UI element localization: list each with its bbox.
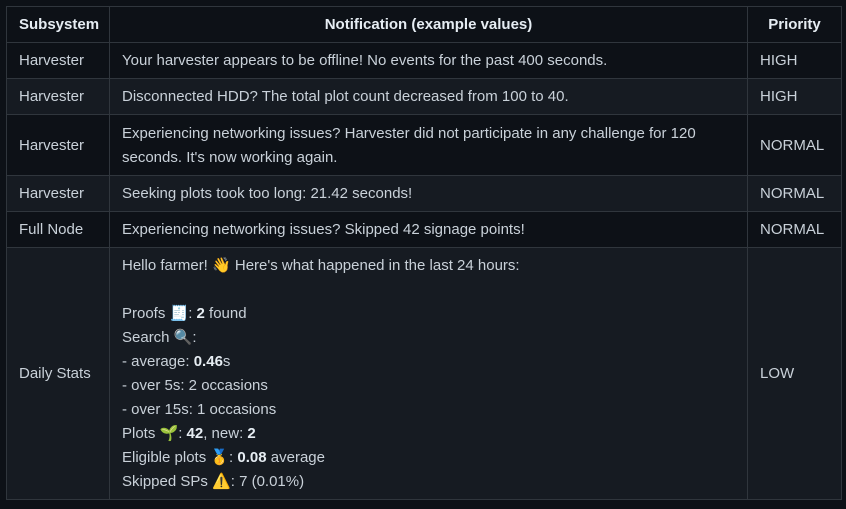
cell-subsystem: Full Node [6, 211, 110, 248]
cell-priority: NORMAL [747, 114, 842, 176]
plots-new-label: , new: [203, 424, 248, 442]
stats-skipped: Skipped SPs ⚠️: 7 (0.01%) [122, 472, 305, 490]
table-row: Harvester Disconnected HDD? The total pl… [6, 78, 842, 115]
cell-subsystem: Harvester [6, 114, 110, 176]
cell-notification: Seeking plots took too long: 21.42 secon… [109, 175, 748, 212]
eligible-value: 0.08 [237, 448, 267, 466]
header-subsystem: Subsystem [6, 6, 110, 43]
header-priority: Priority [747, 6, 842, 43]
stats-over5: - over 5s: 2 occasions [122, 376, 268, 394]
proofs-value: 2 [196, 304, 205, 322]
stats-over15: - over 15s: 1 occasions [122, 400, 277, 418]
stats-eligible: Eligible plots 🥇: 0.08 average [122, 446, 735, 470]
stats-search: Search 🔍: [122, 328, 197, 346]
table-header-row: Subsystem Notification (example values) … [6, 6, 842, 43]
plots-new-value: 2 [247, 424, 256, 442]
stats-plots: Plots 🌱: 42, new: 2 [122, 422, 735, 446]
plots-value: 42 [186, 424, 204, 442]
average-unit: s [222, 352, 231, 370]
cell-notification: Your harvester appears to be offline! No… [109, 42, 748, 79]
cell-subsystem: Daily Stats [6, 247, 110, 500]
stats-greeting: Hello farmer! 👋 Here's what happened in … [122, 256, 520, 274]
eligible-label: Eligible plots 🥇: [122, 448, 238, 466]
cell-notification: Experiencing networking issues? Skipped … [109, 211, 748, 248]
proofs-suffix: found [204, 304, 247, 322]
cell-priority: NORMAL [747, 175, 842, 212]
cell-subsystem: Harvester [6, 42, 110, 79]
table-row-daily-stats: Daily Stats Hello farmer! 👋 Here's what … [6, 247, 842, 500]
cell-notification: Disconnected HDD? The total plot count d… [109, 78, 748, 115]
proofs-label: Proofs 🧾: [122, 304, 197, 322]
table-row: Full Node Experiencing networking issues… [6, 211, 842, 248]
cell-priority: LOW [747, 247, 842, 500]
plots-label: Plots 🌱: [122, 424, 187, 442]
stats-gap [122, 278, 735, 302]
cell-notification: Experiencing networking issues? Harveste… [109, 114, 748, 176]
header-notification: Notification (example values) [109, 6, 748, 43]
stats-proofs: Proofs 🧾: 2 found [122, 302, 735, 326]
stats-average: - average: 0.46s [122, 350, 735, 374]
table-row: Harvester Seeking plots took too long: 2… [6, 175, 842, 212]
eligible-suffix: average [266, 448, 325, 466]
cell-priority: HIGH [747, 42, 842, 79]
table-row: Harvester Experiencing networking issues… [6, 114, 842, 176]
cell-subsystem: Harvester [6, 175, 110, 212]
table-row: Harvester Your harvester appears to be o… [6, 42, 842, 79]
average-label: - average: [122, 352, 194, 370]
average-value: 0.46 [193, 352, 223, 370]
cell-notification-daily-stats: Hello farmer! 👋 Here's what happened in … [109, 247, 748, 500]
cell-priority: NORMAL [747, 211, 842, 248]
notifications-table: Subsystem Notification (example values) … [6, 6, 842, 500]
cell-subsystem: Harvester [6, 78, 110, 115]
cell-priority: HIGH [747, 78, 842, 115]
